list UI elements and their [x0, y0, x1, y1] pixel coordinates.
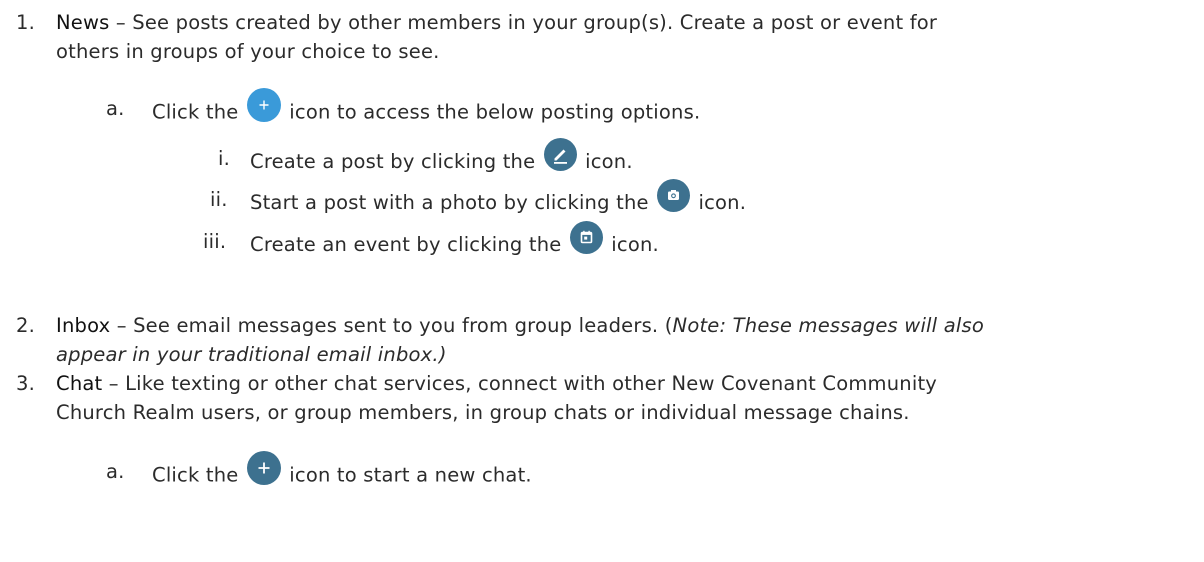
sub-marker-3a: a. — [106, 460, 125, 483]
item-inbox-text: – See email messages sent to you from gr… — [110, 314, 673, 337]
edit-icon — [543, 138, 577, 171]
sub-marker-1ai: i. — [218, 147, 231, 170]
item-inbox-note1: Note: These messages will also — [672, 314, 984, 337]
item-news-line1: News – See posts created by other member… — [56, 10, 937, 36]
sub-marker-1aii: ii. — [210, 188, 228, 211]
item-chat-text: – Like texting or other chat services, c… — [102, 372, 938, 395]
item-inbox-line1: Inbox – See email messages sent to you f… — [56, 313, 984, 339]
sub-item-3a-before: Click the — [152, 463, 239, 487]
sub-item-1a-after: icon to access the below posting options… — [289, 100, 701, 124]
plus-icon — [246, 451, 281, 485]
sub-item-1aiii: Create an event by clicking the icon. — [250, 221, 659, 262]
sub-item-1aiii-after: icon. — [611, 233, 659, 256]
item-inbox-note2: appear in your traditional email inbox.) — [56, 343, 447, 366]
term-news: News — [56, 11, 110, 34]
plus-icon — [246, 88, 281, 122]
camera-icon — [657, 179, 691, 212]
item-news-line2: others in groups of your choice to see. — [56, 40, 440, 63]
term-inbox: Inbox — [56, 314, 111, 337]
sub-item-1aii: Start a post with a photo by clicking th… — [250, 179, 747, 220]
list-number-3: 3. — [16, 372, 36, 395]
sub-item-1aii-before: Start a post with a photo by clicking th… — [250, 191, 649, 214]
sub-item-3a-after: icon to start a new chat. — [289, 463, 532, 487]
sub-marker-1aiii: iii. — [203, 230, 227, 253]
sub-item-3a: Click the icon to start a new chat. — [152, 451, 532, 493]
sub-item-1a-before: Click the — [152, 100, 239, 124]
item-inbox-line2: appear in your traditional email inbox.) — [56, 342, 447, 368]
item-chat-line2: Church Realm users, or group members, in… — [56, 401, 910, 424]
sub-item-1a: Click the icon to access the below posti… — [152, 88, 701, 130]
sub-item-1ai: Create a post by clicking the icon. — [250, 138, 633, 179]
term-chat: Chat — [56, 372, 103, 395]
sub-item-1ai-before: Create a post by clicking the — [250, 150, 536, 173]
item-news-text: – See posts created by other members in … — [109, 11, 938, 34]
sub-item-1aiii-before: Create an event by clicking the — [250, 233, 562, 256]
item-chat-line1: Chat – Like texting or other chat servic… — [56, 371, 937, 397]
list-number-2: 2. — [16, 314, 36, 337]
sub-item-1aii-after: icon. — [698, 191, 747, 214]
sub-marker-1a: a. — [106, 97, 125, 120]
sub-item-1ai-after: icon. — [585, 150, 633, 173]
calendar-icon — [569, 221, 603, 254]
list-number-1: 1. — [16, 11, 36, 34]
